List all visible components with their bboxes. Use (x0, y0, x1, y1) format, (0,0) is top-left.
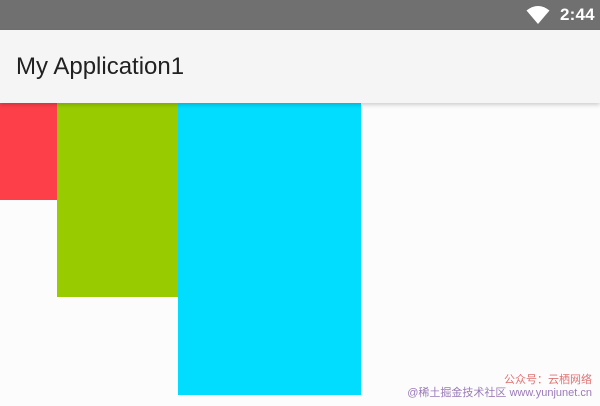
cyan-box (178, 103, 361, 395)
content-area (0, 103, 600, 406)
watermark-line-1: 公众号：云栖网络 (504, 374, 592, 386)
app-bar: My Application1 (0, 30, 600, 103)
watermark-line-2: @稀土掘金技术社区 www.yunjunet.cn (407, 387, 592, 399)
wifi-icon (526, 6, 550, 24)
status-time: 2:44 (560, 5, 595, 24)
app-title: My Application1 (16, 53, 185, 80)
green-box (57, 103, 178, 297)
watermark: 公众号：云栖网络 @稀土掘金技术社区 www.yunjunet.cn (407, 374, 592, 400)
status-bar: 2:44 (0, 0, 600, 30)
red-box (0, 103, 57, 200)
